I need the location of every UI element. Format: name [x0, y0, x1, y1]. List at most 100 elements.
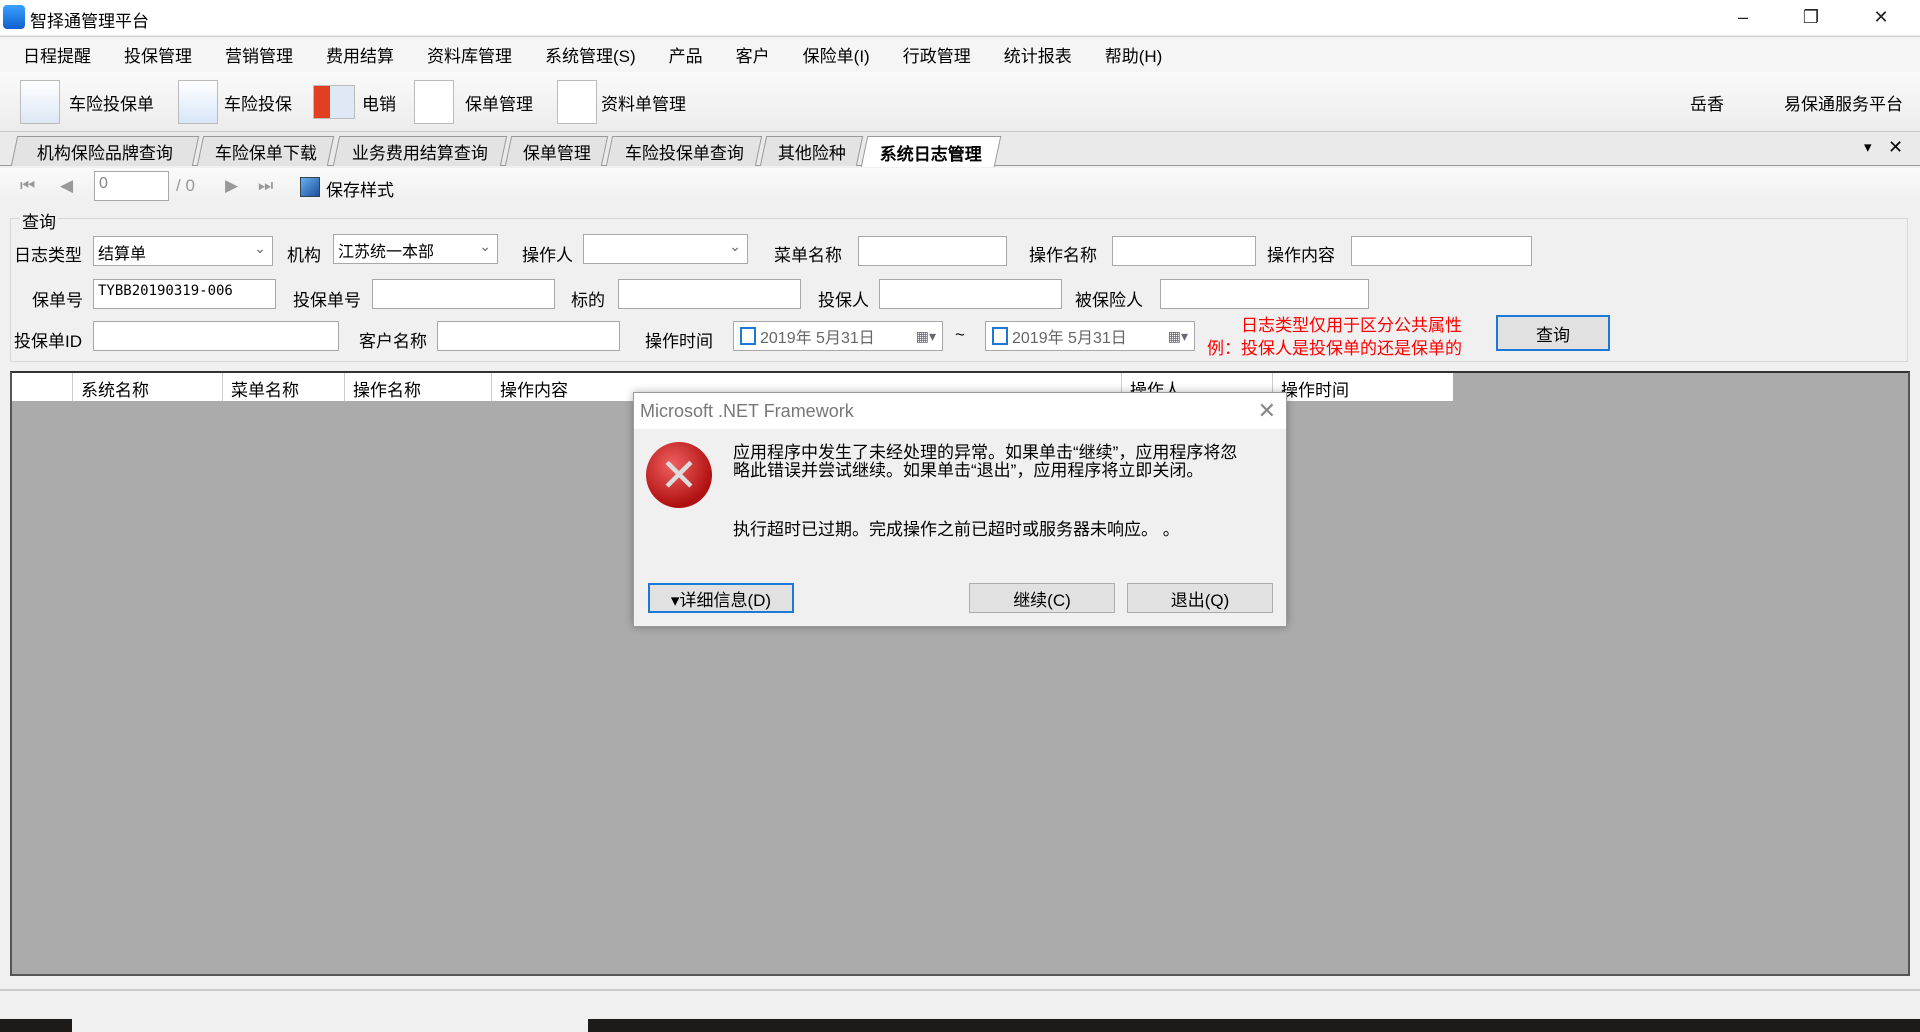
tab-list-dropdown-icon[interactable]: ▾ — [1864, 138, 1872, 156]
op-content-input[interactable] — [1351, 236, 1532, 266]
app-id-label: 投保单ID — [14, 332, 82, 351]
menu-system[interactable]: 系统管理(S) — [545, 42, 636, 67]
toolbar-car-insure[interactable]: 车险投保 — [224, 90, 292, 115]
tab-policy-mgmt[interactable]: 保单管理 — [504, 136, 609, 166]
save-style-button[interactable]: 保存样式 — [326, 176, 394, 201]
query-button[interactable]: 查询 — [1496, 315, 1610, 351]
platform-link[interactable]: 易保通服务平台 — [1784, 90, 1903, 115]
col-menu-name[interactable]: 菜单名称 — [223, 373, 345, 401]
tab-car-application-query[interactable]: 车险投保单查询 — [605, 136, 763, 166]
row-selector-header — [12, 373, 73, 401]
status-bar — [0, 989, 1920, 1019]
tab-brand-query[interactable]: 机构保险品牌查询 — [10, 136, 200, 166]
menu-fee-settlement[interactable]: 费用结算 — [326, 42, 394, 67]
taskbar — [0, 1019, 1920, 1032]
menu-help[interactable]: 帮助(H) — [1105, 42, 1163, 67]
menu-product[interactable]: 产品 — [669, 42, 703, 67]
log-type-select[interactable]: 结算单 ⌄ — [93, 236, 273, 266]
menu-customer[interactable]: 客户 — [736, 42, 770, 67]
menu-insurance-mgmt[interactable]: 投保管理 — [124, 42, 192, 67]
app-no-input[interactable] — [372, 279, 555, 309]
op-name-label: 操作名称 — [1029, 246, 1097, 265]
toolbar-telesales[interactable]: 电销 — [362, 90, 396, 115]
tab-label: 机构保险品牌查询 — [36, 144, 173, 163]
quit-button[interactable]: 退出(Q) — [1127, 583, 1273, 613]
blank-document-icon[interactable] — [557, 80, 597, 124]
menu-schedule[interactable]: 日程提醒 — [23, 42, 91, 67]
org-select[interactable]: 江苏统一本部 ⌄ — [333, 234, 498, 264]
date-to-value: 2019年 5月31日 — [1012, 330, 1127, 347]
operator-select[interactable]: ⌄ — [583, 234, 748, 264]
applicant-input[interactable] — [879, 279, 1062, 309]
op-name-input[interactable] — [1112, 236, 1256, 266]
prev-page-icon[interactable]: ◀ — [60, 176, 73, 196]
dialog-title: Microsoft .NET Framework — [640, 401, 854, 421]
spreadsheet-icon[interactable] — [20, 80, 60, 124]
dialog-message: 应用程序中发生了未经处理的异常。如果单击“继续”，应用程序将忽略此错误并尝试继续… — [733, 443, 1238, 480]
dialog-close-icon[interactable]: ✕ — [1258, 398, 1276, 424]
toolbar-policy-mgmt[interactable]: 保单管理 — [465, 90, 533, 115]
col-system-name[interactable]: 系统名称 — [73, 373, 223, 401]
app-icon — [3, 5, 25, 29]
date-range-separator: ~ — [955, 325, 965, 344]
col-op-time[interactable]: 操作时间 — [1273, 373, 1453, 401]
menu-bar: 日程提醒 投保管理 营销管理 费用结算 资料库管理 系统管理(S) 产品 客户 … — [0, 36, 1920, 72]
tab-label: 业务费用结算查询 — [351, 144, 488, 163]
close-button[interactable]: ✕ — [1852, 0, 1910, 35]
menu-name-input[interactable] — [858, 236, 1007, 266]
first-page-icon[interactable]: ⏮ — [20, 176, 35, 196]
calendar-dropdown-icon[interactable]: ▦▾ — [1168, 328, 1188, 345]
subject-input[interactable] — [618, 279, 801, 309]
op-content-label: 操作内容 — [1267, 246, 1335, 265]
tab-system-log[interactable]: 系统日志管理 — [860, 136, 1002, 167]
menu-policy[interactable]: 保险单(I) — [803, 42, 870, 67]
dialog-title-bar: Microsoft .NET Framework ✕ — [634, 393, 1286, 429]
menu-admin[interactable]: 行政管理 — [903, 42, 971, 67]
minimize-button[interactable]: – — [1714, 0, 1772, 35]
calendar-dropdown-icon[interactable]: ▦▾ — [916, 328, 936, 345]
page-number-input[interactable]: 0 — [94, 171, 169, 201]
restore-button[interactable]: ❐ — [1782, 0, 1840, 35]
chevron-down-icon: ⌄ — [254, 240, 266, 256]
insured-input[interactable] — [1160, 279, 1369, 309]
org-value: 江苏统一本部 — [338, 244, 435, 261]
continue-button[interactable]: 继续(C) — [969, 583, 1115, 613]
org-label: 机构 — [287, 246, 321, 265]
customer-label: 客户名称 — [359, 332, 427, 351]
date-from-checkbox[interactable] — [740, 327, 756, 345]
document-pen-icon[interactable] — [178, 80, 218, 124]
last-page-icon[interactable]: ⏭ — [258, 176, 273, 196]
policy-no-label: 保单号 — [32, 291, 83, 310]
error-icon: ✕ — [646, 442, 712, 508]
taskbar-window[interactable] — [72, 1019, 588, 1032]
tab-close-icon[interactable]: ✕ — [1888, 137, 1903, 158]
tab-other-insurance[interactable]: 其他险种 — [759, 136, 864, 166]
dialog-detail-message: 执行超时已过期。完成操作之前已超时或服务器未响应。 。 — [733, 520, 1180, 539]
date-from-value: 2019年 5月31日 — [760, 330, 875, 347]
menu-library[interactable]: 资料库管理 — [427, 42, 512, 67]
applicant-label: 投保人 — [818, 291, 869, 310]
col-op-name[interactable]: 操作名称 — [345, 373, 492, 401]
tab-car-policy-download[interactable]: 车险保单下载 — [196, 136, 335, 166]
checklist-pen-icon[interactable] — [414, 80, 454, 124]
date-to-checkbox[interactable] — [992, 327, 1008, 345]
next-page-icon[interactable]: ▶ — [225, 176, 238, 196]
date-to-picker[interactable]: 2019年 5月31日 ▦▾ — [985, 321, 1195, 351]
toolbar-car-application-form[interactable]: 车险投保单 — [69, 90, 154, 115]
subject-label: 标的 — [571, 291, 605, 310]
menu-reports[interactable]: 统计报表 — [1004, 42, 1072, 67]
customer-input[interactable] — [437, 321, 620, 351]
app-id-input[interactable] — [93, 321, 339, 351]
menu-name-label: 菜单名称 — [774, 246, 842, 265]
log-type-label: 日志类型 — [14, 246, 82, 265]
toolbar-document-mgmt[interactable]: 资料单管理 — [601, 90, 686, 115]
title-bar: 智择通管理平台 – ❐ ✕ — [0, 0, 1920, 35]
chevron-down-icon: ⌄ — [729, 238, 741, 254]
contact-card-icon[interactable] — [313, 85, 355, 119]
tab-fee-settlement-query[interactable]: 业务费用结算查询 — [332, 136, 508, 166]
policy-no-input[interactable]: TYBB20190319-006 — [93, 279, 276, 309]
details-button[interactable]: ▾详细信息(D) — [648, 583, 794, 613]
date-from-picker[interactable]: 2019年 5月31日 ▦▾ — [733, 321, 943, 351]
operator-label: 操作人 — [522, 246, 573, 265]
menu-marketing[interactable]: 营销管理 — [225, 42, 293, 67]
